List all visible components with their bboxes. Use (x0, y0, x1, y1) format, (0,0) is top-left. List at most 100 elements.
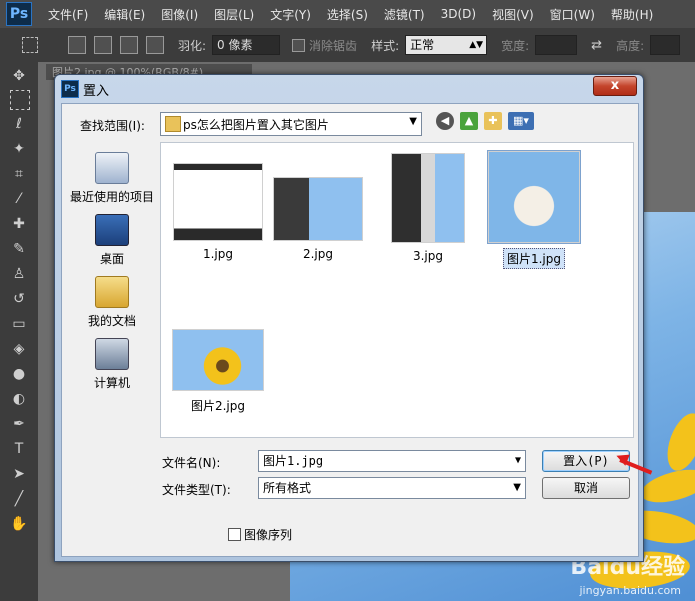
intersect-selection-icon[interactable] (146, 36, 164, 54)
add-selection-icon[interactable] (94, 36, 112, 54)
cancel-button[interactable]: 取消 (542, 477, 630, 499)
feather-input[interactable]: 0 像素 (212, 35, 281, 55)
file-thumbnail (172, 329, 264, 391)
place-documents-label: 我的文档 (87, 314, 136, 328)
feather-label: 羽化: (178, 38, 207, 53)
file-item[interactable]: 2.jpg (269, 163, 367, 262)
stamp-tool-icon[interactable]: ♙ (8, 263, 30, 285)
dodge-tool-icon[interactable]: ◐ (8, 388, 30, 410)
options-bar: 羽化: 0 像素 消除锯齿 样式: 正常 ▲▼ 宽度: ⇄ 高度: (0, 28, 695, 63)
watermark-url: jingyan.baidu.com (579, 584, 681, 597)
file-list: 1.jpg 2.jpg 3.jpg 图片1.jpg 图片2.jpg (160, 142, 634, 438)
photoshop-icon: Ps (61, 80, 79, 98)
height-label: 高度: (616, 38, 645, 53)
paint-bucket-icon[interactable]: ◈ (8, 338, 30, 360)
file-name: 图片2.jpg (190, 399, 246, 413)
place-documents[interactable]: 我的文档 (66, 276, 158, 329)
file-item[interactable]: 图片2.jpg (169, 329, 267, 415)
pen-tool-icon[interactable]: ✒ (8, 413, 30, 435)
type-tool-icon[interactable]: T (8, 438, 30, 460)
style-value: 正常 (410, 38, 435, 52)
chevron-down-icon: ▼ (514, 455, 521, 466)
menu-3d[interactable]: 3D(D) (433, 7, 484, 21)
path-select-icon[interactable]: ➤ (8, 463, 30, 485)
filename-label: 文件名(N): (162, 456, 221, 470)
width-label: 宽度: (501, 38, 530, 53)
sunflower-petal (660, 408, 695, 476)
tools-panel: ✥ ℓ ✦ ⌗ ⁄ ✚ ✎ ♙ ↺ ▭ ◈ ● ◐ ✒ T ➤ ╱ ✋ (0, 62, 39, 601)
place-desktop-label: 桌面 (99, 252, 124, 266)
view-menu-icon[interactable]: ▦▾ (508, 112, 534, 130)
file-thumbnail (487, 150, 581, 244)
file-item-selected[interactable]: 图片1.jpg (485, 150, 583, 269)
line-tool-icon[interactable]: ╱ (8, 488, 30, 510)
antialias-checkbox[interactable] (292, 38, 306, 52)
photoshop-logo-icon: Ps (6, 2, 32, 26)
menu-help[interactable]: 帮助(H) (603, 6, 661, 23)
width-input[interactable] (535, 35, 578, 55)
image-sequence-checkbox[interactable] (228, 528, 241, 541)
up-folder-icon[interactable]: ▲ (460, 112, 478, 130)
marquee-tool-icon[interactable] (22, 37, 38, 53)
magic-wand-icon[interactable]: ✦ (8, 138, 30, 160)
back-icon[interactable]: ◀ (436, 112, 454, 130)
filetype-select[interactable]: 所有格式 ▼ (258, 477, 526, 499)
menu-view[interactable]: 视图(V) (484, 6, 542, 23)
hand-tool-icon[interactable]: ✋ (8, 513, 30, 535)
image-sequence-label: 图像序列 (244, 528, 293, 542)
swap-icon[interactable]: ⇄ (591, 38, 602, 53)
eraser-tool-icon[interactable]: ▭ (8, 313, 30, 335)
file-thumbnail (273, 177, 363, 241)
desktop-icon (95, 214, 129, 246)
lookin-combo[interactable]: ps怎么把图片置入其它图片 ▼ (160, 112, 422, 136)
folder-icon (165, 116, 181, 132)
place-recent[interactable]: 最近使用的项目 (66, 152, 158, 205)
recent-items-icon (95, 152, 129, 184)
menu-window[interactable]: 窗口(W) (542, 6, 603, 23)
antialias-label: 消除锯齿 (309, 38, 358, 53)
lasso-tool-icon[interactable]: ℓ (8, 113, 30, 135)
file-name: 1.jpg (202, 247, 234, 261)
file-name: 图片1.jpg (502, 248, 566, 269)
filename-input[interactable]: 图片1.jpg ▼ (258, 450, 526, 472)
place-desktop[interactable]: 桌面 (66, 214, 158, 267)
healing-brush-icon[interactable]: ✚ (8, 213, 30, 235)
file-thumbnail (391, 153, 465, 243)
move-tool-icon[interactable]: ✥ (8, 65, 30, 87)
place-computer[interactable]: 计算机 (66, 338, 158, 391)
menu-select[interactable]: 选择(S) (319, 6, 376, 23)
menu-type[interactable]: 文字(Y) (262, 6, 319, 23)
menu-layer[interactable]: 图层(L) (206, 6, 262, 23)
menu-filter[interactable]: 滤镜(T) (376, 6, 433, 23)
filetype-value: 所有格式 (263, 481, 312, 495)
blur-tool-icon[interactable]: ● (8, 363, 30, 385)
filetype-label: 文件类型(T): (162, 483, 231, 497)
dialog-titlebar[interactable]: Ps 置入 x (55, 75, 643, 101)
style-select[interactable]: 正常 ▲▼ (405, 35, 488, 55)
close-button[interactable]: x (593, 76, 637, 96)
marquee-tool-icon[interactable] (10, 90, 30, 110)
file-name: 2.jpg (302, 247, 334, 261)
file-name: 3.jpg (412, 249, 444, 263)
subtract-selection-icon[interactable] (120, 36, 138, 54)
eyedropper-icon[interactable]: ⁄ (8, 188, 30, 210)
menu-file[interactable]: 文件(F) (40, 6, 96, 23)
chevron-down-icon: ▲▼ (469, 40, 484, 50)
height-input[interactable] (650, 35, 681, 55)
place-computer-label: 计算机 (93, 376, 130, 390)
lookin-label: 查找范围(I): (80, 119, 145, 133)
menu-image[interactable]: 图像(I) (153, 6, 206, 23)
nav-icons: ◀ ▲ ✚ ▦▾ (436, 112, 534, 130)
history-brush-icon[interactable]: ↺ (8, 288, 30, 310)
file-item[interactable]: 3.jpg (379, 153, 477, 264)
crop-tool-icon[interactable]: ⌗ (8, 163, 30, 185)
documents-folder-icon (95, 276, 129, 308)
brush-tool-icon[interactable]: ✎ (8, 238, 30, 260)
new-folder-icon[interactable]: ✚ (484, 112, 502, 130)
lookin-value: ps怎么把图片置入其它图片 (183, 118, 329, 132)
dialog-body: 查找范围(I): ps怎么把图片置入其它图片 ▼ ◀ ▲ ✚ ▦▾ 最近使用的项… (61, 103, 639, 557)
new-selection-icon[interactable] (68, 36, 86, 54)
file-item[interactable]: 1.jpg (169, 163, 267, 262)
file-thumbnail (173, 163, 263, 241)
menu-edit[interactable]: 编辑(E) (96, 6, 153, 23)
